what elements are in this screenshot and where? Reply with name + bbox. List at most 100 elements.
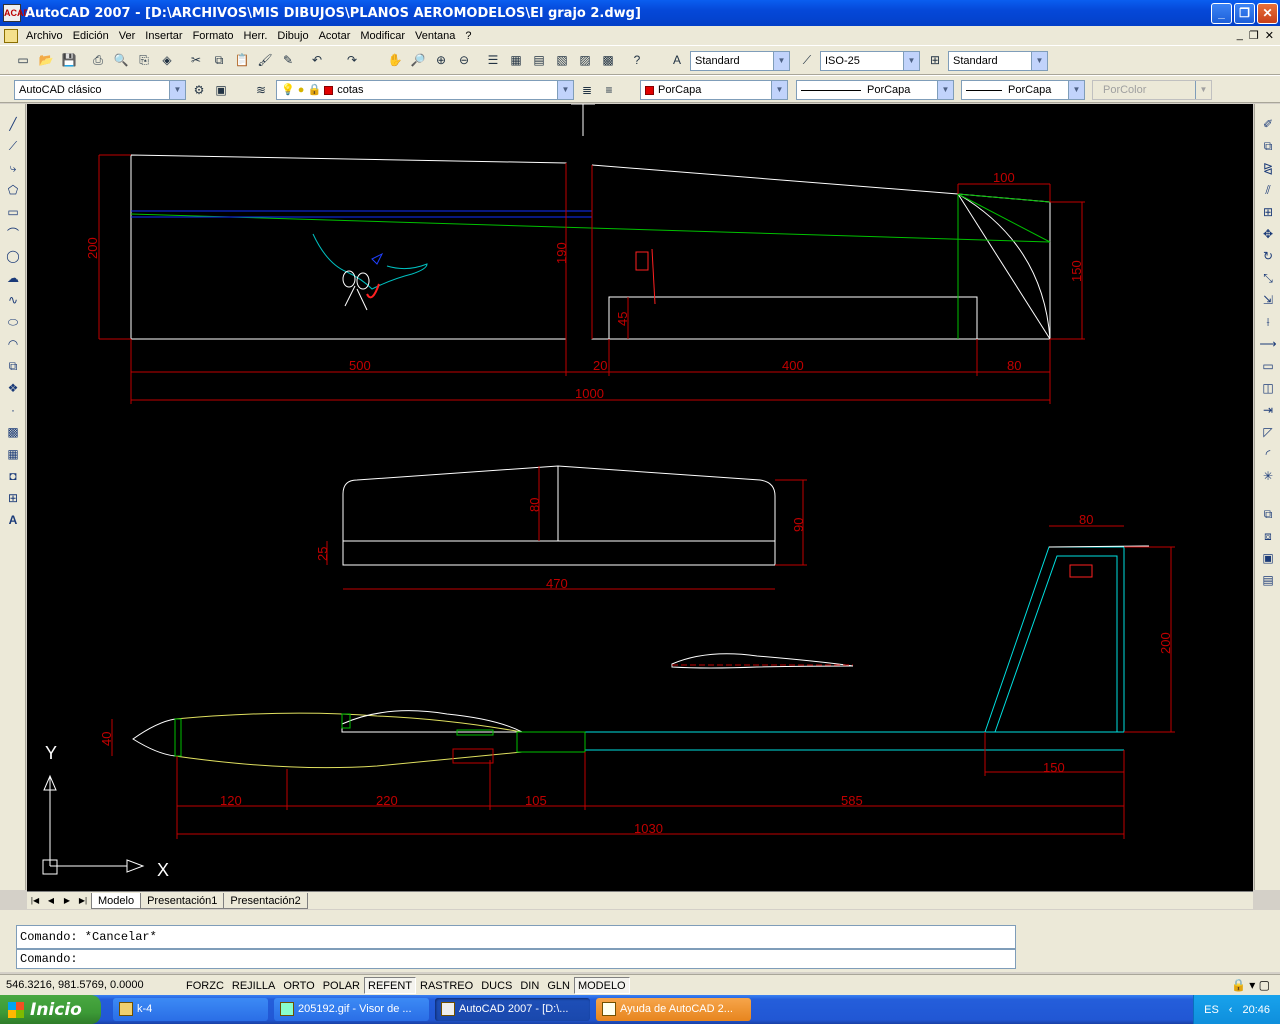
tray-settings-icon[interactable]: 🔒 ▾ ▢ [1231, 978, 1270, 992]
menu-edicion[interactable]: Edición [68, 30, 114, 42]
stretch-icon[interactable]: ⇲ [1259, 291, 1277, 309]
polygon-icon[interactable]: ⬠ [4, 181, 22, 199]
ortho-toggle[interactable]: ORTO [279, 977, 318, 994]
scale-icon[interactable]: ⤡ [1259, 269, 1277, 287]
multiline-text-icon[interactable]: A [4, 511, 22, 529]
grid-toggle[interactable]: REJILLA [228, 977, 279, 994]
prev-tab-icon[interactable]: ◀ [43, 894, 59, 908]
preview-icon[interactable]: 🔍 [112, 51, 130, 69]
rotate-icon[interactable]: ↻ [1259, 247, 1277, 265]
paste-icon[interactable]: 📋 [233, 51, 251, 69]
redo-icon[interactable]: ↷ [343, 51, 361, 69]
lwt-toggle[interactable]: GLN [543, 977, 574, 994]
match-properties-icon[interactable]: 🖌 [256, 51, 274, 69]
command-input[interactable]: Comando: [16, 949, 1016, 969]
save-icon[interactable]: 💾 [60, 51, 78, 69]
revision-cloud-icon[interactable]: ☁ [4, 269, 22, 287]
linetype-select[interactable]: PorCapa ▼ [796, 80, 954, 100]
last-tab-icon[interactable]: ▶| [75, 894, 91, 908]
send-to-back-icon[interactable]: ⧈ [1259, 527, 1277, 545]
menu-help[interactable]: ? [460, 30, 476, 42]
zoom-realtime-icon[interactable]: 🔎 [409, 51, 427, 69]
drawing-canvas[interactable]: 500 20 400 80 1000 200 190 45 100 150 80… [27, 104, 1253, 891]
coordinates-readout[interactable]: 546.3216, 981.5769, 0.0000 [0, 979, 182, 991]
model-toggle[interactable]: MODELO [573, 976, 630, 994]
menu-dibujo[interactable]: Dibujo [272, 30, 313, 42]
otrack-toggle[interactable]: RASTREO [416, 977, 477, 994]
task-autocad[interactable]: AutoCAD 2007 - [D:\... [435, 998, 590, 1021]
dim-style-select[interactable]: ISO-25 ▼ [820, 51, 920, 71]
undo-icon[interactable]: ↶ [308, 51, 326, 69]
text-style-select[interactable]: Standard ▼ [690, 51, 790, 71]
tray-expand-icon[interactable]: ‹ [1229, 1004, 1233, 1016]
cut-icon[interactable]: ✂ [187, 51, 205, 69]
polyline-icon[interactable]: ⤷ [4, 159, 22, 177]
color-select[interactable]: PorCapa ▼ [640, 80, 788, 100]
break-icon[interactable]: ◫ [1259, 379, 1277, 397]
doc-close-button[interactable]: ✕ [1265, 29, 1274, 42]
restore-button[interactable]: ❐ [1234, 2, 1255, 24]
osnap-toggle[interactable]: REFENT [364, 976, 416, 994]
explode-icon[interactable]: ✳ [1259, 467, 1277, 485]
copy-object-icon[interactable]: ⧉ [1259, 137, 1277, 155]
polar-toggle[interactable]: POLAR [319, 977, 364, 994]
join-icon[interactable]: ⇥ [1259, 401, 1277, 419]
first-tab-icon[interactable]: |◀ [27, 894, 43, 908]
zoom-previous-icon[interactable]: ⊖ [455, 51, 473, 69]
menu-modificar[interactable]: Modificar [355, 30, 410, 42]
arc-icon[interactable]: ⌒ [4, 225, 22, 243]
menu-ver[interactable]: Ver [114, 30, 141, 42]
3d-dwf-icon[interactable]: ◈ [158, 51, 176, 69]
dim-style-icon[interactable]: ⟋ [798, 51, 816, 69]
fillet-icon[interactable]: ◜ [1259, 445, 1277, 463]
next-tab-icon[interactable]: ▶ [59, 894, 75, 908]
autocad-app-icon[interactable]: ACAD [3, 4, 30, 22]
layer-manager-icon[interactable]: ≋ [252, 81, 270, 99]
make-block-icon[interactable]: ❖ [4, 379, 22, 397]
hatch-icon[interactable]: ▩ [4, 423, 22, 441]
new-icon[interactable]: ▭ [14, 51, 32, 69]
tab-modelo[interactable]: Modelo [91, 892, 142, 909]
construction-line-icon[interactable]: ⟋ [4, 137, 22, 155]
ellipse-icon[interactable]: ⬭ [4, 313, 22, 331]
print-icon[interactable]: ⎙ [89, 51, 107, 69]
task-autocad-help[interactable]: Ayuda de AutoCAD 2... [596, 998, 751, 1021]
table-style-icon[interactable]: ⊞ [926, 51, 944, 69]
region-icon[interactable]: ◘ [4, 467, 22, 485]
text-style-icon[interactable]: A [668, 51, 686, 69]
menu-acotar[interactable]: Acotar [314, 30, 356, 42]
zoom-window-icon[interactable]: ⊕ [432, 51, 450, 69]
publish-icon[interactable]: ⎘ [135, 51, 153, 69]
rectangle-icon[interactable]: ▭ [4, 203, 22, 221]
design-center-icon[interactable]: ▦ [507, 51, 525, 69]
drawing-svg[interactable]: 500 20 400 80 1000 200 190 45 100 150 80… [27, 104, 1253, 891]
workspace-settings-icon[interactable]: ⚙ [190, 81, 208, 99]
language-indicator[interactable]: ES [1204, 1004, 1219, 1016]
menu-herr[interactable]: Herr. [239, 30, 273, 42]
table-icon[interactable]: ⊞ [4, 489, 22, 507]
line-icon[interactable]: ╱ [4, 115, 22, 133]
tab-presentacion1[interactable]: Presentación1 [140, 892, 225, 909]
doc-restore-button[interactable]: ❐ [1249, 29, 1259, 42]
task-image-viewer[interactable]: 205192.gif - Visor de ... [274, 998, 429, 1021]
tool-palettes-icon[interactable]: ▤ [530, 51, 548, 69]
sheet-set-icon[interactable]: ▧ [553, 51, 571, 69]
move-icon[interactable]: ✥ [1259, 225, 1277, 243]
point-icon[interactable]: · [4, 401, 22, 419]
start-button[interactable]: Inicio [0, 995, 101, 1024]
pan-icon[interactable]: ✋ [386, 51, 404, 69]
array-icon[interactable]: ⊞ [1259, 203, 1277, 221]
document-icon[interactable] [4, 28, 18, 43]
snap-toggle[interactable]: FORZC [182, 977, 228, 994]
block-editor-icon[interactable]: ✎ [279, 51, 297, 69]
lineweight-select[interactable]: PorCapa ▼ [961, 80, 1085, 100]
ellipse-arc-icon[interactable]: ◠ [4, 335, 22, 353]
insert-block-icon[interactable]: ⧉ [4, 357, 22, 375]
menu-ventana[interactable]: Ventana [410, 30, 460, 42]
workspace-save-icon[interactable]: ▣ [212, 81, 230, 99]
tab-presentacion2[interactable]: Presentación2 [223, 892, 308, 909]
doc-minimize-button[interactable]: _ [1237, 29, 1243, 42]
offset-icon[interactable]: ⫽ [1259, 181, 1277, 199]
trim-icon[interactable]: ⟊ [1259, 313, 1277, 331]
gradient-icon[interactable]: ▦ [4, 445, 22, 463]
